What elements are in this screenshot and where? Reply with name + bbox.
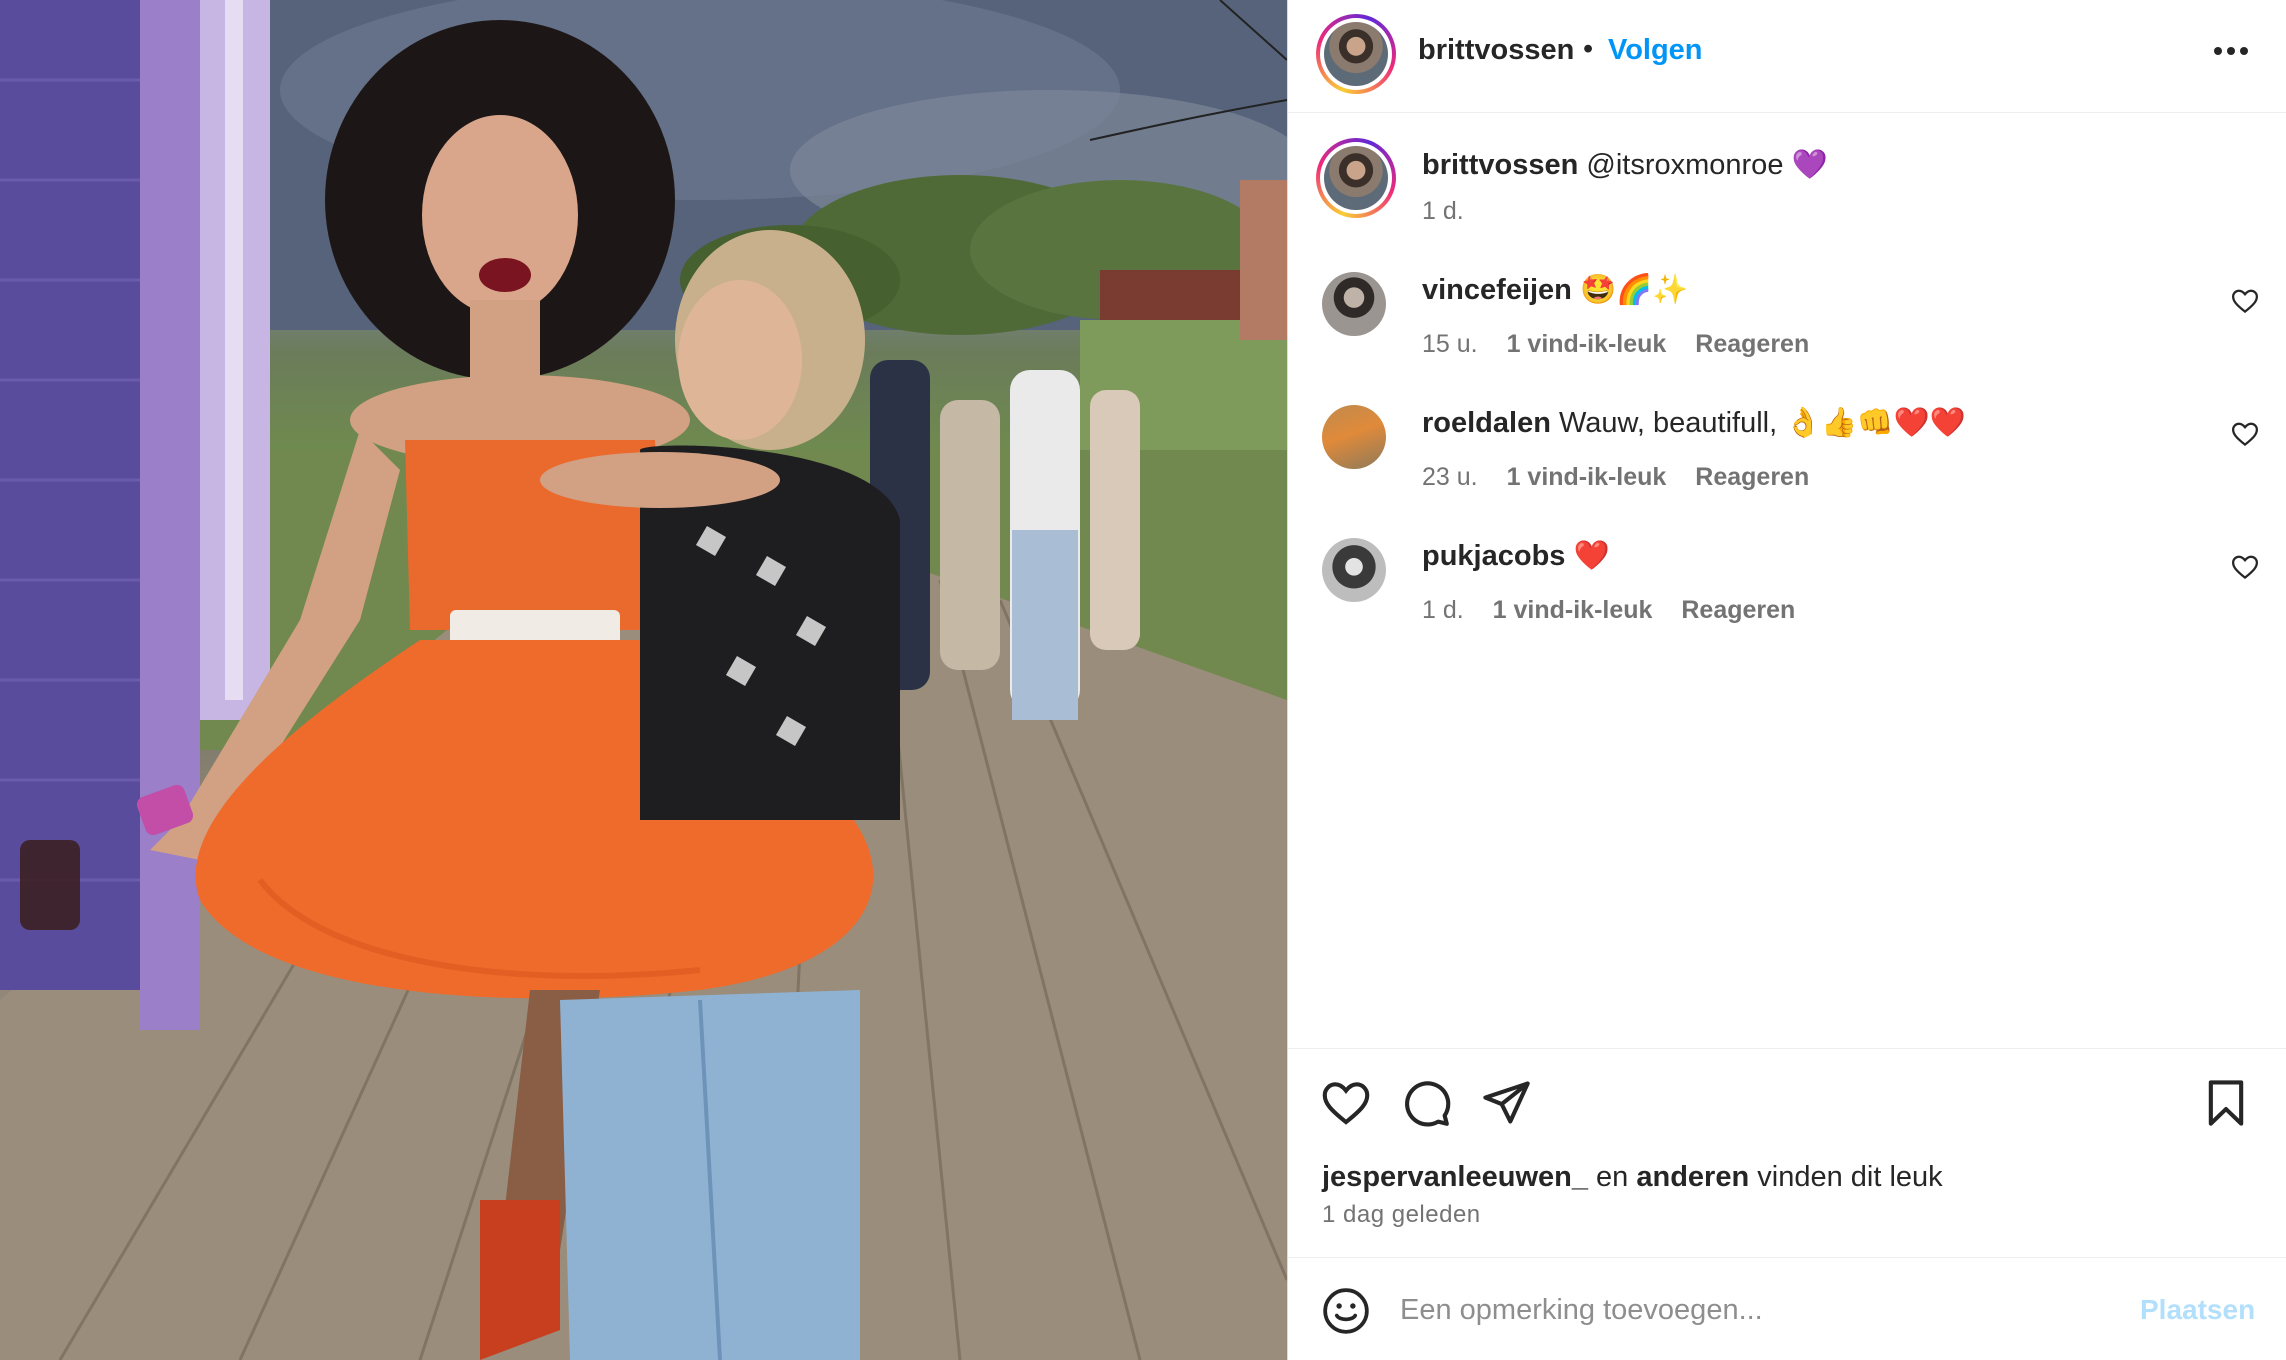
comment-text-line: vincefeijen 🤩🌈✨	[1422, 272, 1688, 308]
commenter-avatar[interactable]	[1322, 538, 1386, 602]
caption-username[interactable]: brittvossen	[1422, 149, 1578, 181]
liked-by-username[interactable]: jespervanleeuwen_	[1322, 1161, 1588, 1193]
liked-by-summary: jespervanleeuwen_ en anderen vinden dit …	[1322, 1161, 1943, 1194]
follow-button[interactable]: Volgen	[1608, 34, 1703, 67]
comment-username[interactable]: pukjacobs	[1422, 540, 1565, 572]
add-comment-bar: Plaatsen	[1288, 1257, 2286, 1360]
comment-reply-button[interactable]: Reageren	[1695, 330, 1809, 358]
comment-likes[interactable]: 1 vind-ik-leuk	[1493, 596, 1653, 624]
comment-input[interactable]	[1400, 1284, 2120, 1336]
comment-text: 🤩🌈✨	[1579, 274, 1689, 306]
comment-text-line: pukjacobs ❤️	[1422, 538, 1610, 574]
post-photo-illustration	[0, 0, 1287, 1360]
comment-time: 1 d.	[1422, 596, 1464, 624]
comment-username[interactable]: roeldalen	[1422, 407, 1551, 439]
like-heart-icon[interactable]	[1320, 1077, 1372, 1129]
comment-meta: 23 u. 1 vind-ik-leuk Reageren	[1422, 463, 1831, 492]
comment-time: 23 u.	[1422, 463, 1478, 491]
post-header: brittvossen • Volgen	[1288, 0, 2286, 113]
comment-likes[interactable]: 1 vind-ik-leuk	[1507, 330, 1667, 358]
author-avatar[interactable]	[1316, 14, 1396, 94]
comment-text-line: roeldalen Wauw, beautifull, 👌👍👊❤️❤️	[1422, 405, 1966, 441]
post-side-panel: brittvossen • Volgen brittvossen @itsrox…	[1287, 0, 2286, 1360]
caption-time: 1 d.	[1422, 197, 1486, 226]
liked-by-and: en	[1596, 1161, 1629, 1193]
commenter-avatar[interactable]	[1322, 272, 1386, 336]
comment-bubble-icon[interactable]	[1400, 1077, 1452, 1129]
comment-like-heart-icon[interactable]	[2230, 552, 2260, 582]
liked-by-suffix: vinden dit leuk	[1757, 1161, 1943, 1193]
comment-text: Wauw, beautifull, 👌👍👊❤️❤️	[1559, 407, 1966, 439]
comment-time: 15 u.	[1422, 330, 1478, 358]
more-horizontal-icon[interactable]	[2208, 28, 2254, 74]
post-comment-button[interactable]: Plaatsen	[2140, 1294, 2255, 1326]
bookmark-save-icon[interactable]	[2200, 1077, 2252, 1129]
comment-meta: 15 u. 1 vind-ik-leuk Reageren	[1422, 330, 1831, 359]
header-separator: •	[1583, 33, 1594, 65]
comment-meta: 1 d. 1 vind-ik-leuk Reageren	[1422, 596, 1817, 625]
comment-text: ❤️	[1573, 540, 1610, 572]
caption-time-label: 1 d.	[1422, 197, 1464, 225]
post-photo	[0, 0, 1287, 1360]
post-timestamp[interactable]: 1 dag geleden	[1322, 1201, 1481, 1229]
caption-text: @itsroxmonroe 💜	[1586, 149, 1828, 181]
liked-by-others-link[interactable]: anderen	[1636, 1161, 1749, 1193]
caption-text-line: brittvossen @itsroxmonroe 💜	[1422, 147, 1828, 183]
comment-reply-button[interactable]: Reageren	[1695, 463, 1809, 491]
commenter-avatar[interactable]	[1322, 405, 1386, 469]
caption-author-avatar[interactable]	[1316, 138, 1396, 218]
author-username[interactable]: brittvossen	[1418, 34, 1574, 67]
share-send-icon[interactable]	[1480, 1077, 1532, 1129]
comment-username[interactable]: vincefeijen	[1422, 274, 1572, 306]
comment-like-heart-icon[interactable]	[2230, 419, 2260, 449]
emoji-smiley-icon[interactable]	[1321, 1286, 1371, 1336]
comment-reply-button[interactable]: Reageren	[1681, 596, 1795, 624]
comment-likes[interactable]: 1 vind-ik-leuk	[1507, 463, 1667, 491]
comment-like-heart-icon[interactable]	[2230, 286, 2260, 316]
post-actions: jespervanleeuwen_ en anderen vinden dit …	[1288, 1048, 2286, 1260]
